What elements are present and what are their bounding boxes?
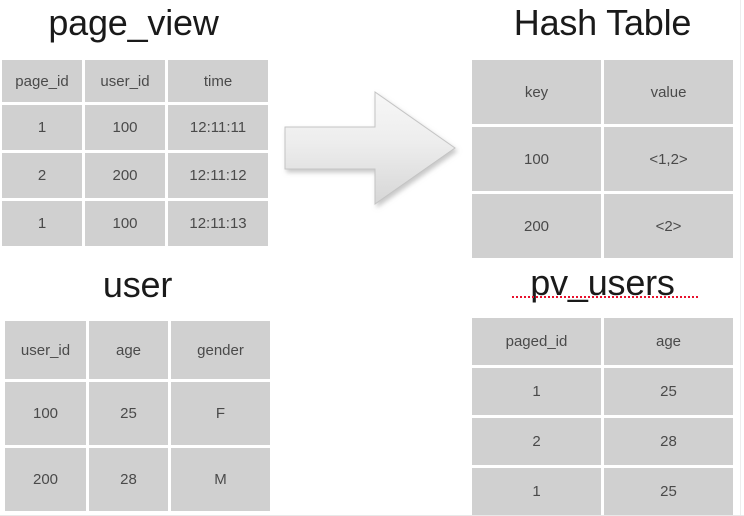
table-cell: 12:11:11 xyxy=(168,105,268,150)
pv-users-table: paged_id age 1 25 2 28 1 25 xyxy=(472,318,733,515)
table-cell: 200 xyxy=(5,448,86,511)
slide-right-edge xyxy=(740,0,741,516)
column-header: user_id xyxy=(85,60,165,102)
table-cell: 1 xyxy=(2,201,82,246)
table-cell: 100 xyxy=(85,201,165,246)
column-header: paged_id xyxy=(472,318,601,365)
table-cell: 12:11:13 xyxy=(168,201,268,246)
hash-table-title: Hash Table xyxy=(513,2,692,43)
table-cell: 28 xyxy=(89,448,168,511)
column-header: key xyxy=(472,60,601,124)
hash-table: key value 100 <1,2> 200 <2> xyxy=(472,60,733,258)
column-header: page_id xyxy=(2,60,82,102)
table-cell: 200 xyxy=(85,153,165,198)
user-title: user xyxy=(102,264,173,305)
table-cell: 2 xyxy=(2,153,82,198)
table-cell: F xyxy=(171,382,270,445)
table-cell: M xyxy=(171,448,270,511)
page-view-table: page_id user_id time 1 100 12:11:11 2 20… xyxy=(2,60,268,246)
table-cell: 1 xyxy=(2,105,82,150)
table-cell: 1 xyxy=(472,468,601,515)
right-block-arrow-icon xyxy=(283,86,457,210)
table-cell: 100 xyxy=(472,127,601,191)
column-header: value xyxy=(604,60,733,124)
column-header: user_id xyxy=(5,321,86,379)
column-header: time xyxy=(168,60,268,102)
spellcheck-underline xyxy=(512,296,700,298)
table-cell: 28 xyxy=(604,418,733,465)
table-cell: 100 xyxy=(85,105,165,150)
column-header: gender xyxy=(171,321,270,379)
slide-canvas: page_view page_id user_id time 1 100 12:… xyxy=(0,0,744,516)
table-cell: 100 xyxy=(5,382,86,445)
page-view-title: page_view xyxy=(48,2,219,43)
table-cell: 25 xyxy=(604,468,733,515)
table-cell: 1 xyxy=(472,368,601,415)
user-table: user_id age gender 100 25 F 200 28 M xyxy=(5,321,270,511)
table-cell: <2> xyxy=(604,194,733,258)
table-cell: 2 xyxy=(472,418,601,465)
table-cell: 25 xyxy=(604,368,733,415)
column-header: age xyxy=(604,318,733,365)
table-cell: 200 xyxy=(472,194,601,258)
table-cell: <1,2> xyxy=(604,127,733,191)
table-cell: 25 xyxy=(89,382,168,445)
table-cell: 12:11:12 xyxy=(168,153,268,198)
column-header: age xyxy=(89,321,168,379)
